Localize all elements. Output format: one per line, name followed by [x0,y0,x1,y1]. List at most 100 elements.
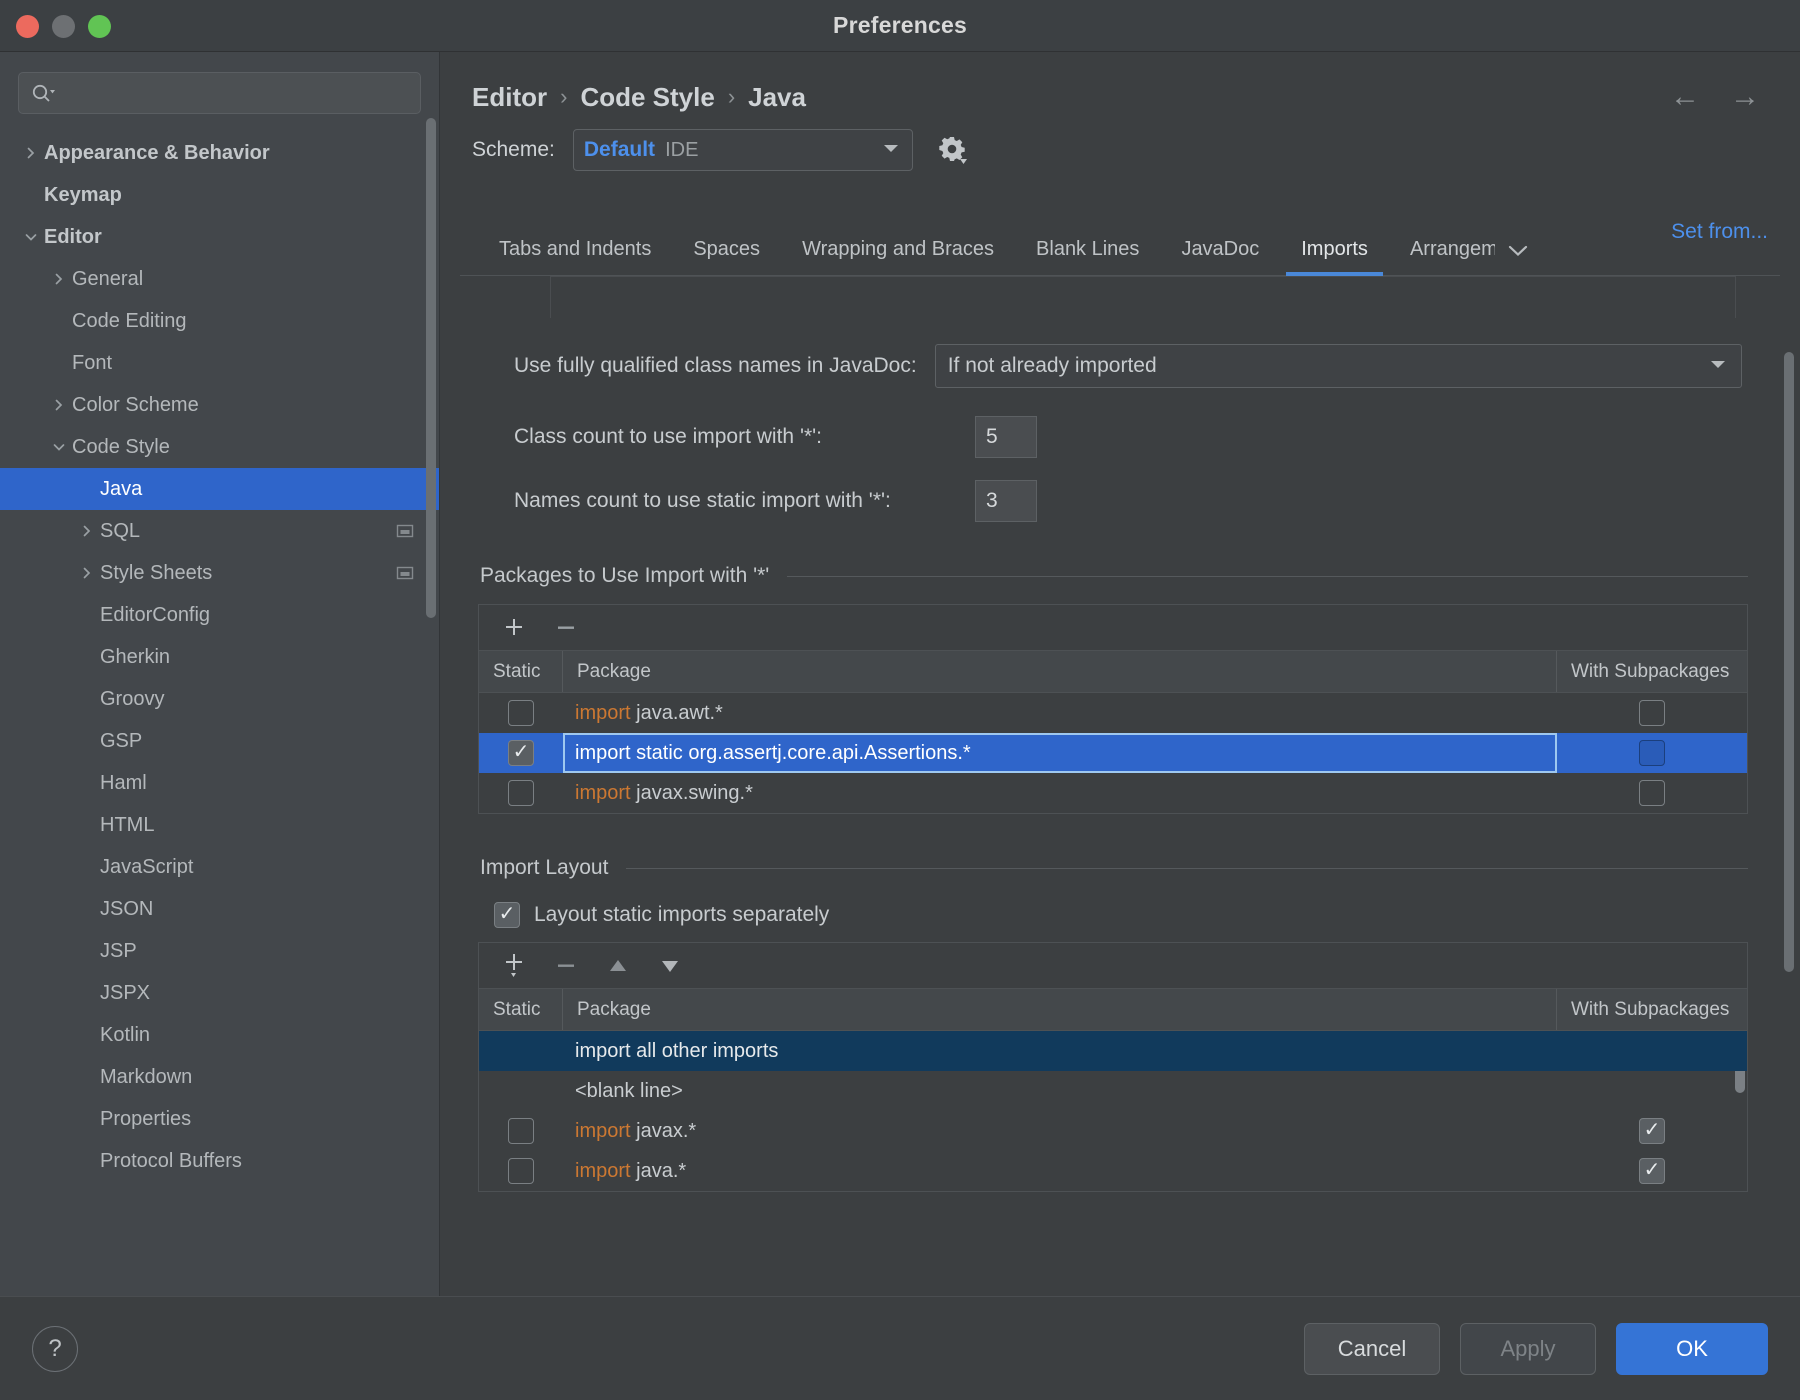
sidebar-scrollbar-thumb[interactable] [426,118,436,618]
chevron-right-icon[interactable] [74,566,100,580]
sidebar-item-editorconfig[interactable]: EditorConfig [0,594,439,636]
sidebar-item-javascript[interactable]: JavaScript [0,846,439,888]
packages-table-row[interactable]: import java.awt.* [479,693,1747,733]
tab-wrapping-and-braces[interactable]: Wrapping and Braces [781,238,1015,275]
import-layout-table-row[interactable]: import all other imports [479,1031,1747,1071]
sidebar-item-kotlin[interactable]: Kotlin [0,1014,439,1056]
add-layout-entry-button[interactable] [497,950,531,982]
row-checkbox[interactable] [1639,700,1665,726]
row-checkbox[interactable]: ✓ [1639,1158,1665,1184]
sidebar-item-gsp[interactable]: GSP [0,720,439,762]
package-edit-field[interactable]: import static org.assertj.core.api.Asser… [563,733,1557,773]
content-scrollbar-thumb[interactable] [1784,352,1794,972]
package-cell[interactable]: import java.* [563,1160,1557,1183]
packages-table-row[interactable]: ✓ import static org.assertj.core.api.Asse… [479,733,1747,773]
sidebar-item-color-scheme[interactable]: Color Scheme [0,384,439,426]
sidebar-item-properties[interactable]: Properties [0,1098,439,1140]
help-button[interactable]: ? [32,1325,78,1372]
ok-button[interactable]: OK [1616,1322,1768,1375]
sidebar-item-font[interactable]: Font [0,342,439,384]
sidebar-item-haml[interactable]: Haml [0,762,439,804]
cancel-button[interactable]: Cancel [1304,1322,1440,1375]
package-cell[interactable]: import all other imports [563,1040,1557,1063]
move-down-button[interactable] [653,950,687,982]
static-cell[interactable] [479,1158,563,1184]
row-checkbox[interactable] [508,700,534,726]
with-subpackages-cell[interactable] [1557,700,1747,726]
sidebar-item-groovy[interactable]: Groovy [0,678,439,720]
add-package-button[interactable] [497,612,531,644]
sidebar-item-jsp[interactable]: JSP [0,930,439,972]
with-subpackages-cell[interactable] [1557,1038,1747,1064]
remove-package-button[interactable] [549,612,583,644]
import-layout-table-row[interactable]: import javax.* ✓ [479,1111,1747,1151]
gear-icon[interactable] [935,133,969,167]
class-count-input[interactable]: 5 [975,416,1037,458]
tab-arrangem[interactable]: Arrangem [1389,238,1495,275]
import-layout-table-row[interactable]: <blank line> [479,1071,1747,1111]
sidebar-item-editor[interactable]: Editor [0,216,439,258]
chevron-right-icon[interactable] [46,272,72,286]
row-checkbox[interactable]: ✓ [508,740,534,766]
minimize-window-button[interactable] [52,14,75,38]
static-cell[interactable] [479,1038,563,1064]
sidebar-item-general[interactable]: General [0,258,439,300]
chevron-right-icon[interactable] [74,524,100,538]
tab-spaces[interactable]: Spaces [672,238,781,275]
sidebar-item-style-sheets[interactable]: Style Sheets [0,552,439,594]
static-cell[interactable] [479,1078,563,1104]
sidebar-item-java[interactable]: Java [0,468,439,510]
row-checkbox[interactable] [1639,780,1665,806]
packages-table-row[interactable]: import javax.swing.* [479,773,1747,813]
chevron-right-icon[interactable] [46,398,72,412]
sidebar-item-protocol-buffers[interactable]: Protocol Buffers [0,1140,439,1182]
row-checkbox[interactable] [508,780,534,806]
chevron-down-icon[interactable] [46,440,72,454]
with-subpackages-cell[interactable]: ✓ [1557,1158,1747,1184]
back-arrow-icon[interactable]: ← [1670,82,1700,112]
static-cell[interactable]: ✓ [479,740,563,766]
apply-button[interactable]: Apply [1460,1322,1596,1375]
chevron-right-icon[interactable] [18,146,44,160]
remove-layout-entry-button[interactable] [549,950,583,982]
sidebar-item-sql[interactable]: SQL [0,510,439,552]
package-cell[interactable]: import javax.* [563,1120,1557,1143]
sidebar-item-json[interactable]: JSON [0,888,439,930]
sidebar-item-code-editing[interactable]: Code Editing [0,300,439,342]
move-up-button[interactable] [601,950,635,982]
with-subpackages-cell[interactable] [1557,1078,1747,1104]
fq-javadoc-select[interactable]: If not already imported [934,344,1742,388]
layout-static-separately-row[interactable]: ✓ Layout static imports separately [478,902,1774,928]
row-checkbox[interactable] [508,1158,534,1184]
with-subpackages-cell[interactable] [1557,740,1747,766]
sidebar-item-jspx[interactable]: JSPX [0,972,439,1014]
sidebar-item-code-style[interactable]: Code Style [0,426,439,468]
sidebar-item-appearance-behavior[interactable]: Appearance & Behavior [0,132,439,174]
forward-arrow-icon[interactable]: → [1730,82,1760,112]
breadcrumb-item-editor[interactable]: Editor [472,82,547,113]
search-input[interactable] [57,73,408,113]
with-subpackages-cell[interactable] [1557,780,1747,806]
row-checkbox[interactable]: ✓ [1639,1118,1665,1144]
with-subpackages-cell[interactable]: ✓ [1557,1118,1747,1144]
package-cell[interactable]: import java.awt.* [563,702,1557,725]
chevron-down-icon[interactable] [1505,242,1531,275]
sidebar-item-html[interactable]: HTML [0,804,439,846]
names-count-input[interactable]: 3 [975,480,1037,522]
sidebar-item-keymap[interactable]: Keymap [0,174,439,216]
zoom-window-button[interactable] [88,14,111,38]
close-window-button[interactable] [16,14,39,38]
package-cell[interactable]: <blank line> [563,1080,1557,1103]
import-layout-table-row[interactable]: import java.* ✓ [479,1151,1747,1191]
sidebar-item-gherkin[interactable]: Gherkin [0,636,439,678]
scheme-select[interactable]: Default IDE [572,129,913,171]
search-box[interactable] [18,72,421,114]
row-checkbox[interactable] [1639,740,1665,766]
tab-tabs-and-indents[interactable]: Tabs and Indents [478,238,672,275]
static-cell[interactable] [479,1118,563,1144]
layout-static-separately-checkbox[interactable]: ✓ [494,902,520,928]
package-cell[interactable]: import javax.swing.* [563,782,1557,805]
static-cell[interactable] [479,700,563,726]
settings-tree[interactable]: Appearance & Behavior Keymap Editor General… [0,128,439,1296]
row-checkbox[interactable] [508,1118,534,1144]
